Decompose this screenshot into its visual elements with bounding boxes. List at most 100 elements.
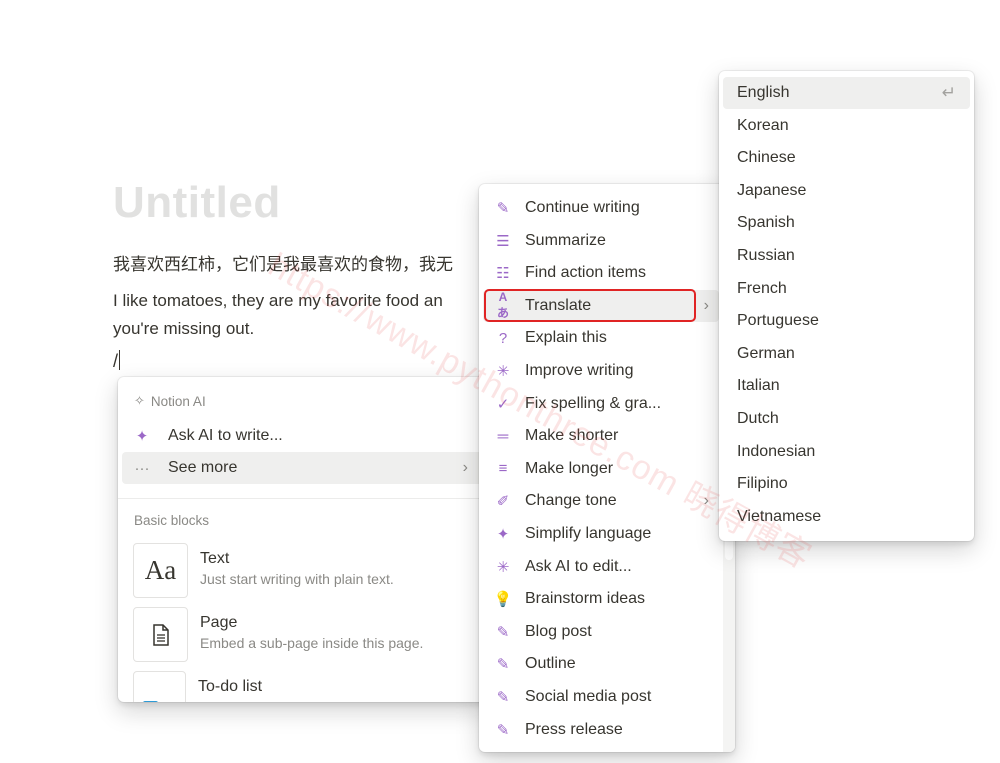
slash-text: / — [113, 351, 119, 371]
language-option[interactable]: Dutch — [723, 403, 970, 435]
ai-menu-item-label: Summarize — [525, 231, 606, 249]
basic-blocks-label: Basic blocks — [134, 513, 210, 528]
sparkle-burst-icon: ✳ — [496, 363, 510, 380]
language-label: Russian — [737, 247, 795, 264]
language-label: Italian — [737, 377, 780, 395]
language-label: Chinese — [737, 149, 796, 167]
language-option[interactable]: Japanese — [723, 175, 970, 207]
pen-icon: ✎ — [496, 656, 510, 674]
ai-actions-menu: ✎ Continue writing ☰ Summarize ☷ Find action … — [479, 184, 735, 752]
ai-menu-item-label: Improve writing — [525, 362, 634, 379]
ai-menu-item[interactable]: ✎ Social media post — [483, 681, 719, 713]
ai-menu-item[interactable]: ✎ Press release — [483, 714, 719, 746]
block-item-todo[interactable]: To-do list — [133, 671, 262, 702]
language-submenu: English ↵ Korean Chinese Japanese Spanish Russ… — [719, 71, 974, 541]
block-item-text[interactable]: Aa Text Just start writing with plain te… — [133, 543, 394, 598]
ai-menu-item-label: Press release — [525, 720, 623, 738]
ai-menu-item[interactable]: ✐ Change tone › — [483, 485, 719, 517]
translate-icon: Aあ — [496, 290, 509, 321]
ai-menu-item[interactable]: ? Explain this — [483, 322, 719, 354]
more-icon: ··· — [134, 459, 150, 477]
ai-menu-item-label: Simplify language — [525, 525, 652, 542]
language-label: Vietnamese — [737, 507, 822, 525]
ai-menu-item[interactable]: ═ Make shorter — [483, 420, 719, 452]
block-title: Text — [200, 550, 230, 567]
ai-menu-item[interactable]: ✳ Improve writing — [483, 355, 719, 387]
language-option[interactable]: French — [723, 273, 970, 305]
ai-menu-item-label: Continue writing — [525, 199, 640, 216]
lightbulb-icon: 💡 — [493, 591, 513, 609]
language-label: English — [737, 84, 790, 101]
ai-menu-item[interactable]: 💡 Brainstorm ideas — [483, 583, 719, 615]
block-description: Just start writing with plain text. — [200, 571, 394, 587]
language-label: Japanese — [737, 181, 807, 199]
notion-ai-label: Notion AI — [150, 393, 206, 409]
summarize-icon: ☰ — [496, 232, 510, 250]
page-block-thumbnail — [133, 607, 188, 662]
language-label: French — [737, 279, 787, 297]
see-more-item[interactable]: ··· See more › — [122, 452, 486, 484]
ai-menu-item-label: Fix spelling & gra... — [525, 394, 662, 412]
ai-menu-item-label: Ask AI to edit... — [525, 557, 632, 575]
block-item-page[interactable]: Page Embed a sub-page inside this page. — [133, 607, 423, 662]
ai-menu-item[interactable]: ≡ Make longer — [483, 453, 719, 485]
pen-icon: ✎ — [496, 200, 510, 217]
page-title[interactable]: Untitled — [113, 178, 281, 228]
ask-ai-to-write-item[interactable]: ✦ Ask AI to write... — [122, 420, 486, 452]
language-option[interactable]: Chinese — [723, 142, 970, 174]
ai-menu-item[interactable]: Aあ Translate › — [483, 289, 719, 322]
checkbox-icon — [143, 701, 158, 702]
paragraph-english[interactable]: I like tomatoes, they are my favorite fo… — [113, 287, 443, 343]
block-title: Page — [200, 614, 238, 631]
block-title: To-do list — [198, 678, 263, 695]
list-icon: ☷ — [496, 265, 510, 283]
pen-icon: ✎ — [496, 721, 510, 739]
block-description: Embed a sub-page inside this page. — [200, 635, 424, 651]
language-label: Indonesian — [737, 442, 816, 460]
ai-menu-item-label: Make longer — [525, 459, 614, 477]
pen-icon: ✎ — [496, 623, 510, 641]
language-option[interactable]: Portuguese — [723, 305, 970, 337]
ai-menu-item-label: Make shorter — [525, 427, 619, 445]
ai-menu-item[interactable]: ✦ Simplify language — [483, 518, 719, 550]
language-label: Spanish — [737, 214, 795, 232]
ai-menu-item[interactable]: ✎ Continue writing — [483, 192, 719, 224]
ai-menu-item[interactable]: ☷ Find action items — [483, 257, 719, 289]
language-label: Dutch — [737, 410, 779, 427]
sparkle-burst-icon: ✳ — [496, 558, 510, 576]
ai-menu-item-label: Outline — [525, 655, 576, 673]
language-option[interactable]: Indonesian — [723, 436, 970, 468]
ai-menu-item-label: Explain this — [525, 329, 607, 347]
sparkle-icon: ✦ — [496, 526, 510, 543]
ai-menu-item[interactable]: ✎ Blog post — [483, 616, 719, 648]
language-option[interactable]: German — [723, 338, 970, 370]
text-block-thumbnail: Aa — [133, 543, 188, 598]
language-option[interactable]: Spanish — [723, 207, 970, 239]
ai-menu-item[interactable]: ✎ Outline — [483, 648, 719, 680]
language-option[interactable]: Korean — [723, 110, 970, 142]
paragraph-english-line-2: you're missing out. — [113, 319, 255, 338]
ai-menu-item-label: Social media post — [525, 688, 652, 705]
slash-command-menu: ✧ Notion AI ✦ Ask AI to write... ··· See… — [118, 377, 490, 702]
ai-menu-item-label: Find action items — [525, 264, 646, 282]
language-option[interactable]: Italian — [723, 370, 970, 402]
language-label: German — [737, 344, 795, 362]
language-option[interactable]: Vietnamese — [723, 501, 970, 533]
ai-menu-item[interactable]: ✳ Ask AI to edit... — [483, 551, 719, 583]
text-cursor — [119, 350, 121, 370]
ai-menu-item-label: Brainstorm ideas — [525, 590, 646, 608]
ai-menu-item-label: Translate — [525, 296, 592, 314]
paragraph-chinese[interactable]: 我喜欢西红柿，它们是我最喜欢的食物，我无 — [113, 250, 453, 275]
language-label: Portuguese — [737, 312, 819, 330]
language-option[interactable]: English ↵ — [723, 77, 970, 109]
page-icon — [152, 623, 169, 646]
notion-ai-section-header: ✧ Notion AI — [118, 393, 206, 409]
ai-menu-item-label: Blog post — [525, 622, 592, 640]
slash-command-input[interactable]: / — [113, 350, 121, 372]
ai-menu-item[interactable]: ☰ Summarize — [483, 225, 719, 257]
language-option[interactable]: Russian — [723, 240, 970, 272]
ai-menu-item[interactable]: ✓ Fix spelling & gra... — [483, 388, 719, 420]
ask-ai-label: Ask AI to write... — [168, 427, 283, 444]
language-option[interactable]: Filipino — [723, 468, 970, 500]
question-icon: ? — [498, 329, 508, 347]
